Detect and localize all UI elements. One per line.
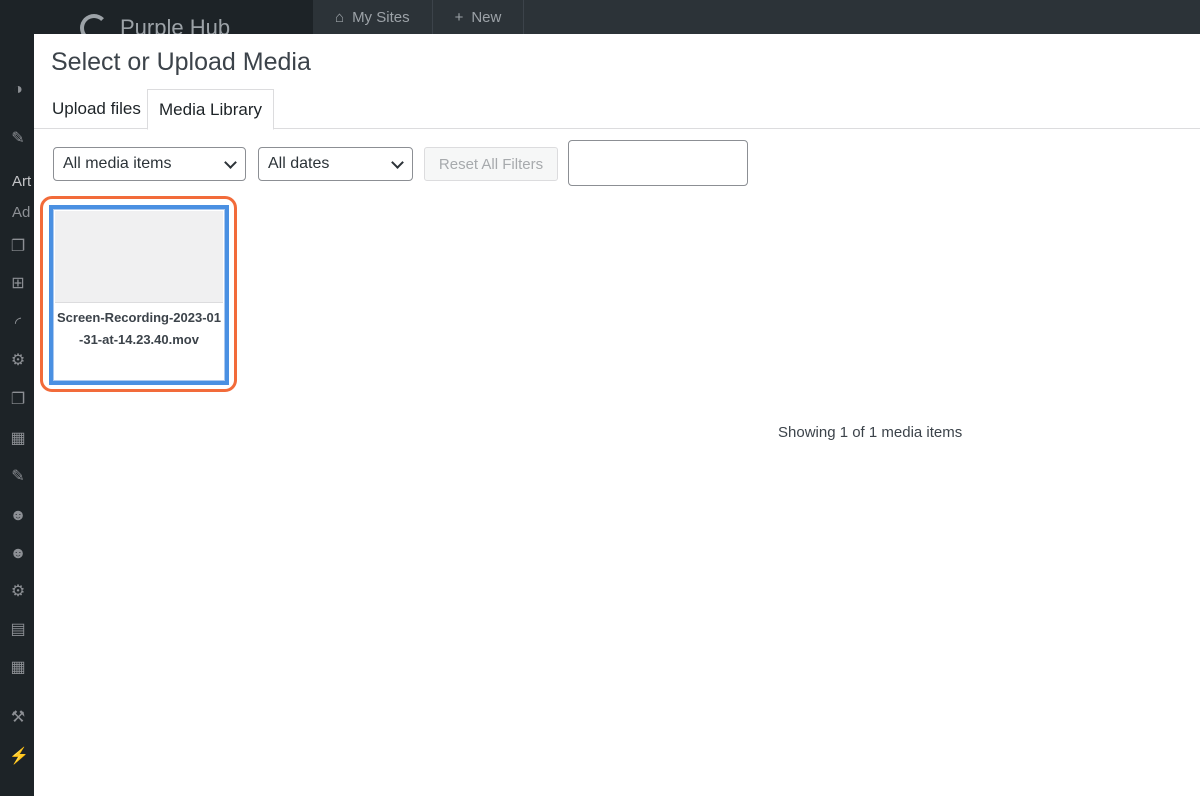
modal-title: Select or Upload Media xyxy=(51,48,311,76)
media-toolbar: All media items All dates Reset All Filt… xyxy=(34,140,1200,190)
sidebar-text-ad[interactable]: Ad xyxy=(12,204,30,221)
media-count: Showing 1 of 1 media items xyxy=(778,424,963,441)
grid-icon[interactable]: ▦ xyxy=(9,660,27,676)
attachment-thumbnail xyxy=(55,211,223,303)
pages-icon[interactable]: ❐ xyxy=(9,239,27,255)
people-icon[interactable]: ☻ xyxy=(9,508,27,524)
newspaper-icon[interactable]: ▤ xyxy=(9,622,27,638)
sidebar-text-art[interactable]: Art xyxy=(12,173,31,190)
reset-filters-button[interactable]: Reset All Filters xyxy=(424,147,558,181)
chevron-down-icon xyxy=(391,156,404,169)
hammer-icon[interactable]: ⚒ xyxy=(9,710,27,726)
calendar-icon[interactable]: ▦ xyxy=(9,431,27,447)
tab-media-library[interactable]: Media Library xyxy=(147,89,274,130)
admin-sidebar: ◑ ✎ Art Ad ❐ ⊞ ◜ ⚙ ❐ ▦ ✎ ☻ ☻ ⚙ ▤ ▦ ⚒ ⚡ xyxy=(0,56,34,796)
layout-icon[interactable]: ⊞ xyxy=(9,276,27,292)
tab-upload-files[interactable]: Upload files xyxy=(41,89,152,129)
dashboard-icon[interactable]: ◑ xyxy=(9,82,27,98)
chevron-down-icon xyxy=(224,156,237,169)
sites-icon: ⌂ xyxy=(335,8,345,26)
new-label: New xyxy=(471,8,502,26)
people-icon-2[interactable]: ☻ xyxy=(9,546,27,562)
date-filter[interactable]: All dates xyxy=(258,147,413,181)
my-sites-menu[interactable]: ⌂ My Sites xyxy=(313,0,433,34)
gear-icon[interactable]: ⚙ xyxy=(9,584,27,600)
admin-bar-menu: ⌂ My Sites + New xyxy=(313,0,1200,34)
date-filter-value: All dates xyxy=(268,155,330,172)
media-modal: Select or Upload Media Upload files Medi… xyxy=(34,34,1200,796)
attachment-item[interactable]: Screen-Recording-2023-01-31-at-14.23.40.… xyxy=(49,205,229,385)
media-type-filter[interactable]: All media items xyxy=(53,147,246,181)
media-search-input[interactable] xyxy=(568,140,748,186)
pin-icon-2[interactable]: ✎ xyxy=(9,469,27,485)
copy-icon[interactable]: ❐ xyxy=(9,392,27,408)
plus-icon: + xyxy=(454,8,464,26)
rss-icon[interactable]: ◜ xyxy=(9,316,27,332)
attachment-highlight: Screen-Recording-2023-01-31-at-14.23.40.… xyxy=(40,196,237,392)
attachment-filename: Screen-Recording-2023-01-31-at-14.23.40.… xyxy=(56,310,221,347)
users-group-icon[interactable]: ⚙ xyxy=(9,353,27,369)
plug-icon[interactable]: ⚡ xyxy=(9,749,29,765)
my-sites-label: My Sites xyxy=(352,8,410,26)
pin-icon[interactable]: ✎ xyxy=(9,131,27,147)
media-tabs: Upload files Media Library xyxy=(34,89,1200,130)
media-type-filter-value: All media items xyxy=(63,155,172,172)
new-menu[interactable]: + New xyxy=(433,0,525,34)
